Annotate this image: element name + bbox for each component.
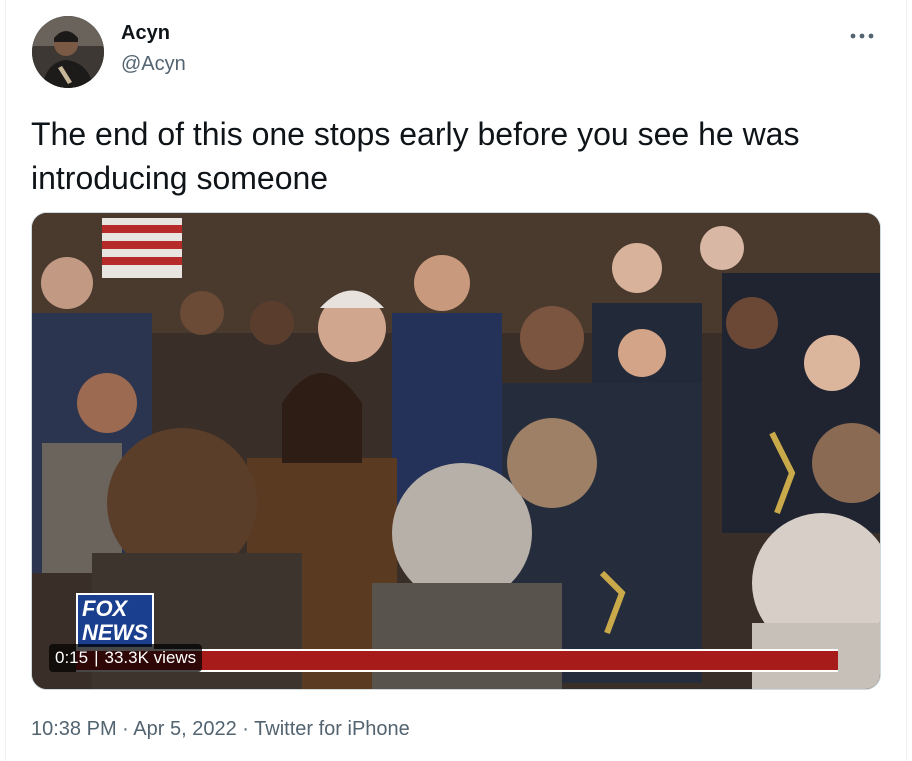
author-display-name[interactable]: Acyn: [121, 22, 170, 45]
avatar-image: [32, 16, 104, 88]
fox-news-logo: FOX NEWS: [76, 593, 154, 649]
video-frame: [32, 213, 880, 689]
tweet-source[interactable]: Twitter for iPhone: [254, 718, 410, 740]
avatar[interactable]: [32, 16, 104, 88]
more-options-button[interactable]: [842, 22, 882, 50]
author-handle[interactable]: @Acyn: [121, 53, 186, 76]
more-horizontal-icon: [850, 33, 874, 39]
fox-news-logo-text: FOX NEWS: [82, 596, 148, 645]
meta-separator: ·: [242, 718, 249, 740]
tweet-text: The end of this one stops early before y…: [31, 116, 800, 196]
tweet-date[interactable]: Apr 5, 2022: [133, 718, 236, 740]
video-timestamp: 0:15: [55, 648, 89, 667]
video-badge: 0:15 | 33.3K views: [49, 644, 203, 672]
tweet-metadata: 10:38 PM · Apr 5, 2022 · Twitter for iPh…: [31, 718, 410, 741]
tweet-card: Acyn @Acyn The end of this one stops ear…: [5, 0, 907, 761]
video-view-count: 33.3K views: [104, 648, 197, 667]
meta-separator: ·: [122, 718, 129, 740]
video-player[interactable]: FOX NEWS 0:15 | 33.3K views: [31, 212, 881, 690]
tweet-time[interactable]: 10:38 PM: [31, 718, 117, 740]
badge-separator: |: [94, 648, 99, 667]
